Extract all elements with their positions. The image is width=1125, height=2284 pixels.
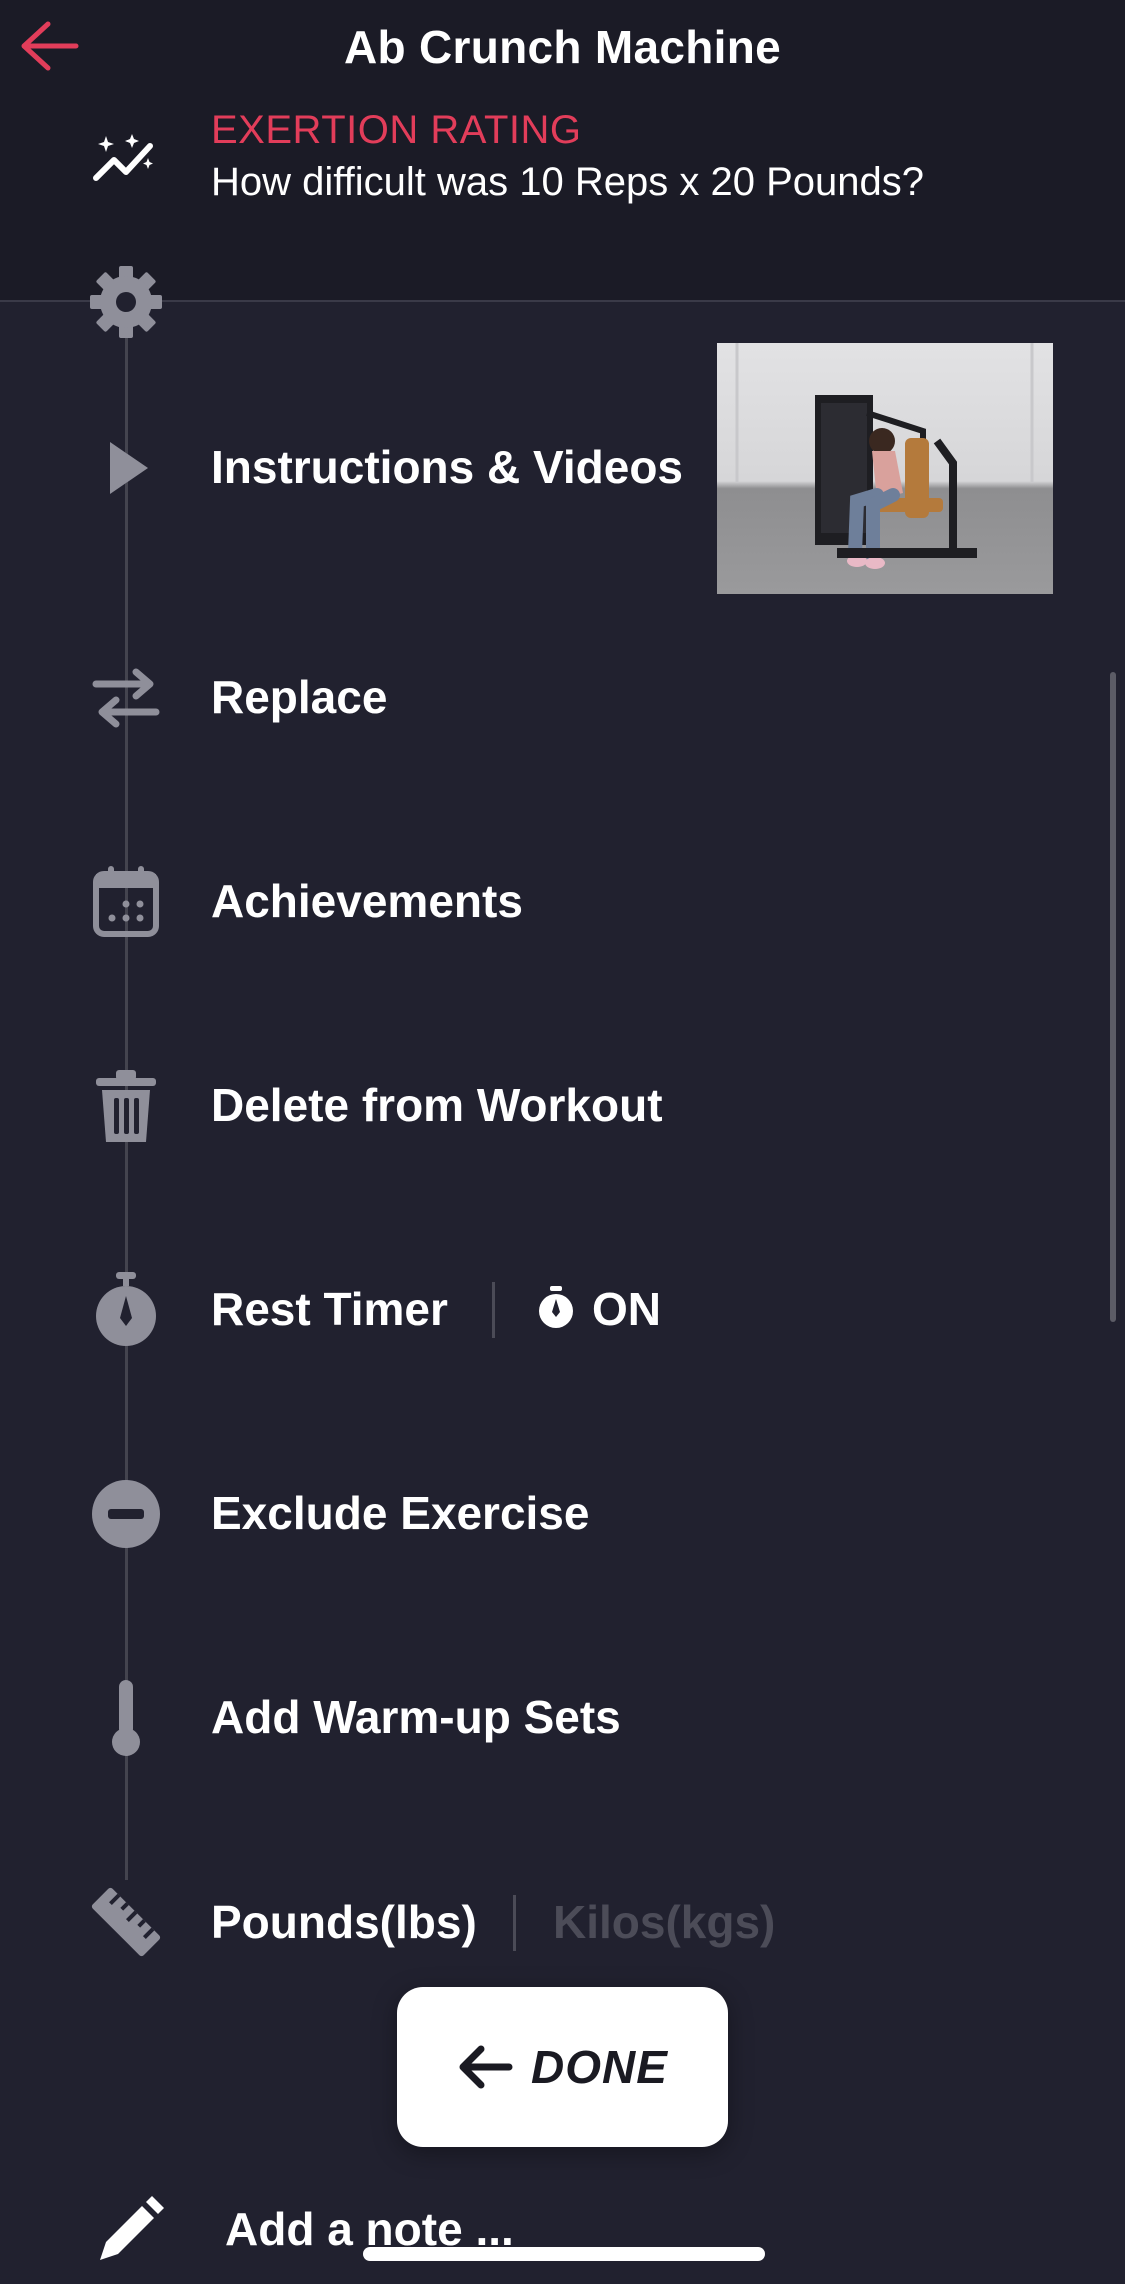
scrollbar[interactable] xyxy=(1110,672,1116,1322)
home-indicator xyxy=(363,2247,765,2261)
divider xyxy=(492,1282,495,1338)
exertion-rating-label[interactable]: EXERTION RATING xyxy=(211,108,582,153)
exercise-video-thumbnail[interactable] xyxy=(717,343,1053,594)
achievements-label: Achievements xyxy=(211,875,523,927)
delete-label: Delete from Workout xyxy=(211,1079,663,1131)
rest-timer-state[interactable]: ON xyxy=(592,1282,661,1336)
warmup-label: Add Warm-up Sets xyxy=(211,1691,621,1743)
pencil-icon xyxy=(100,2196,164,2260)
unit-pounds[interactable]: Pounds(lbs) xyxy=(211,1895,477,1949)
stopwatch-icon xyxy=(96,1272,156,1346)
trash-icon xyxy=(96,1070,156,1142)
instructions-label: Instructions & Videos xyxy=(211,441,684,493)
rest-timer-label: Rest Timer xyxy=(211,1283,448,1335)
done-label: DONE xyxy=(531,2041,668,2093)
header: Ab Crunch Machine EXERTION RATING How di… xyxy=(0,0,1125,302)
done-button[interactable]: DONE xyxy=(397,1987,728,2147)
sparkle-chart-icon xyxy=(93,134,153,181)
exercise-thumbnail-image xyxy=(735,343,1034,569)
unit-kilos[interactable]: Kilos(kgs) xyxy=(553,1895,775,1949)
stopwatch-small-icon xyxy=(539,1286,573,1328)
play-icon xyxy=(110,442,148,494)
divider xyxy=(513,1895,516,1951)
gear-icon[interactable] xyxy=(86,262,166,342)
ruler-icon xyxy=(91,1887,161,1957)
calendar-icon xyxy=(93,866,159,937)
thermometer-icon xyxy=(112,1680,140,1756)
exertion-question[interactable]: How difficult was 10 Reps x 20 Pounds? xyxy=(211,160,924,205)
replace-label: Replace xyxy=(211,671,388,723)
page-title: Ab Crunch Machine xyxy=(343,21,782,73)
arrow-left-icon xyxy=(459,2045,513,2089)
exclude-label: Exclude Exercise xyxy=(211,1487,590,1539)
minus-circle-icon xyxy=(92,1480,160,1548)
swap-arrows-icon xyxy=(92,668,160,728)
